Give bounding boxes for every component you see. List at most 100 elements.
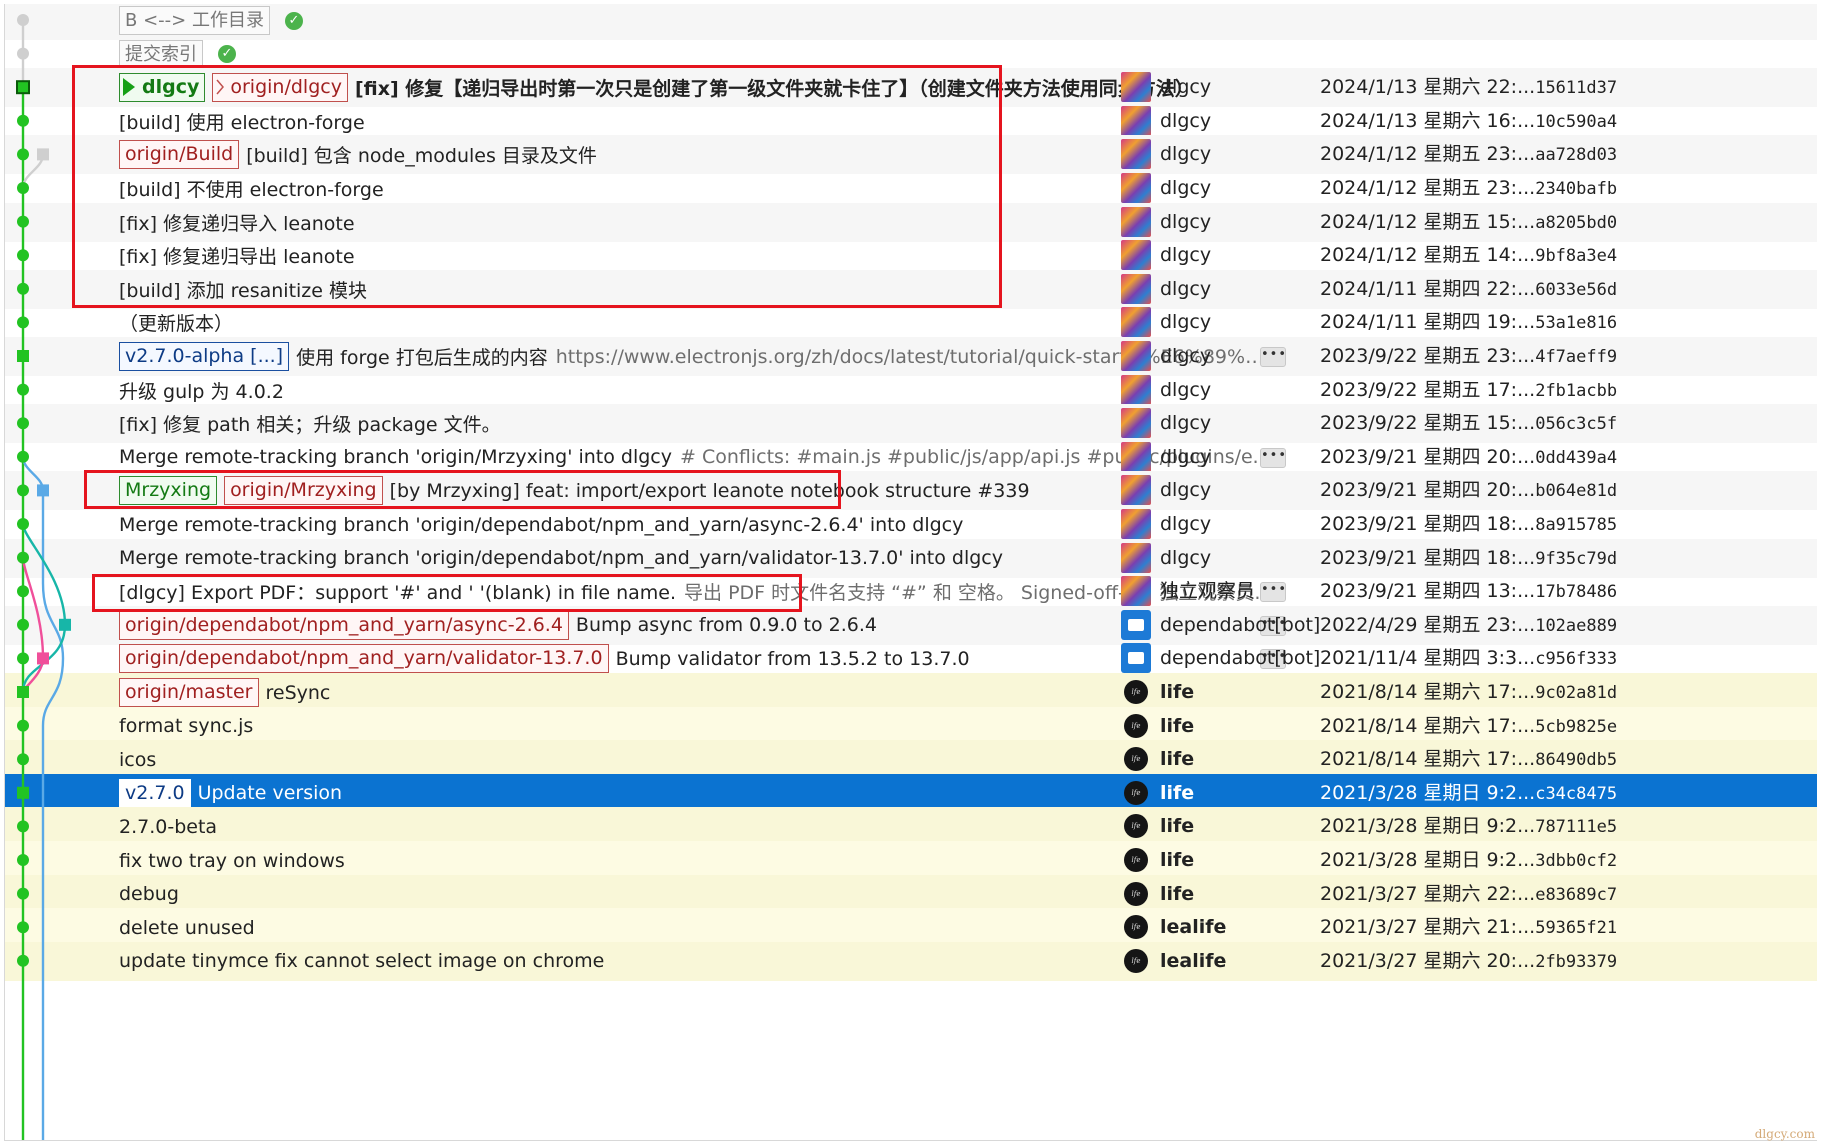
avatar: lfe bbox=[1124, 881, 1148, 906]
commit-subject: Bump validator from 13.5.2 to 13.7.0 bbox=[615, 647, 970, 670]
commit-date: 2024/1/12 星期五 14:... bbox=[1320, 244, 1536, 267]
commit-sha[interactable]: 9bf8a3e4 bbox=[1535, 246, 1617, 266]
commit-sha[interactable]: 15611d37 bbox=[1535, 78, 1617, 98]
avatar bbox=[1121, 475, 1151, 506]
commit-sha[interactable]: 8a915785 bbox=[1535, 515, 1617, 535]
commit-date-sha: 2021/3/27 星期六 20:...2fb93379 bbox=[1320, 942, 1660, 981]
remote-branch-label[interactable]: origin/Build bbox=[119, 140, 240, 170]
ref-text: origin/dlgcy bbox=[230, 76, 342, 99]
head-marker-icon bbox=[123, 78, 135, 97]
avatar bbox=[1121, 72, 1151, 103]
commit-history-panel: B <--> 工作目录 ✓ 提交索引 ✓ dlgcy origin/dlgcy [fix] … bbox=[4, 4, 1817, 1141]
avatar: lfe bbox=[1124, 680, 1148, 704]
watermark: dlgcy.com bbox=[1754, 1127, 1815, 1141]
commit-sha[interactable]: 4f7aeff9 bbox=[1535, 347, 1617, 367]
commit-subject: 升级 gulp 为 4.0.2 bbox=[119, 380, 284, 403]
commit-date: 2021/3/27 星期六 20:... bbox=[1320, 949, 1536, 972]
commit-sha[interactable]: b064e81d bbox=[1535, 481, 1617, 501]
ref-text: Mrzyxing bbox=[125, 479, 212, 502]
commit-subject: [build] 不使用 electron-forge bbox=[119, 179, 384, 201]
ref-text: origin/master bbox=[125, 681, 253, 703]
commit-date: 2023/9/22 星期五 15:... bbox=[1320, 412, 1536, 435]
avatar bbox=[1121, 576, 1151, 607]
commit-row[interactable]: update tinymce fix cannot select image o… bbox=[5, 941, 1817, 981]
commit-sha[interactable]: e83689c7 bbox=[1535, 885, 1617, 905]
commit-date: 2021/8/14 星期六 17:... bbox=[1320, 748, 1536, 771]
commit-subject: format sync.js bbox=[119, 715, 254, 738]
avatar: lfe bbox=[1124, 915, 1148, 940]
remote-branch-label[interactable]: origin/dependabot/npm_and_yarn/validator… bbox=[119, 644, 609, 674]
commit-sha[interactable]: 6033e56d bbox=[1535, 280, 1617, 300]
avatar bbox=[1121, 139, 1151, 170]
avatar: lfe bbox=[1124, 747, 1148, 772]
commit-subject: Merge remote-tracking branch 'origin/dep… bbox=[119, 547, 1003, 570]
commit-subject: fix two tray on windows bbox=[119, 849, 345, 872]
commit-sha[interactable]: c956f333 bbox=[1535, 649, 1617, 669]
ref-text: B <--> 工作目录 bbox=[125, 10, 264, 31]
commit-subject: Merge remote-tracking branch 'origin/Mrz… bbox=[119, 446, 672, 469]
working-tree-label[interactable]: 提交索引 bbox=[119, 39, 203, 69]
commit-subject: Update version bbox=[197, 782, 343, 805]
commit-subject: reSync bbox=[265, 681, 331, 704]
commit-subject: Merge remote-tracking branch 'origin/dep… bbox=[119, 513, 964, 536]
commit-subject: [build] 使用 electron-forge bbox=[119, 111, 365, 134]
commit-date: 2021/8/14 星期六 17:... bbox=[1320, 714, 1536, 737]
tag-label[interactable]: v2.7.0 bbox=[119, 778, 191, 808]
tag-label[interactable]: v2.7.0-alpha [...] bbox=[119, 342, 290, 371]
commit-message: update tinymce fix cannot select image o… bbox=[119, 942, 1274, 981]
commit-sha[interactable]: 787111e5 bbox=[1535, 817, 1617, 837]
commit-date: 2023/9/21 星期四 18:... bbox=[1320, 513, 1536, 535]
remote-branch-head[interactable]: origin/dlgcy bbox=[212, 73, 348, 103]
commit-sha[interactable]: 17b78486 bbox=[1535, 582, 1617, 602]
avatar: lfe bbox=[1124, 848, 1148, 872]
commit-sha[interactable]: 59365f21 bbox=[1535, 918, 1617, 938]
commit-date: 2024/1/11 星期四 19:... bbox=[1320, 311, 1536, 334]
commit-subject: [by Mrzyxing] feat: import/export leanot… bbox=[389, 479, 1030, 502]
remote-head-marker-icon bbox=[216, 79, 225, 95]
commit-sha[interactable]: 86490db5 bbox=[1535, 750, 1617, 770]
commit-sha[interactable]: 102ae889 bbox=[1535, 616, 1617, 636]
commit-sha[interactable]: 056c3c5f bbox=[1535, 414, 1617, 434]
commit-date: 2021/3/28 星期日 9:2... bbox=[1320, 815, 1536, 838]
commit-sha[interactable]: 2340bafb bbox=[1535, 179, 1617, 199]
commit-sha[interactable]: 5cb9825e bbox=[1535, 717, 1617, 737]
commit-subject: [fix] 修复递归导入 leanote bbox=[119, 212, 355, 235]
commit-sha[interactable]: 9c02a81d bbox=[1535, 683, 1617, 703]
commit-sha[interactable]: aa728d03 bbox=[1535, 145, 1617, 165]
commit-date: 2023/9/21 星期四 18:... bbox=[1320, 546, 1536, 569]
remote-branch-label[interactable]: origin/master bbox=[119, 678, 259, 707]
commit-sha[interactable]: 9f35c79d bbox=[1535, 549, 1617, 569]
remote-branch-label[interactable]: origin/dependabot/npm_and_yarn/async-2.6… bbox=[119, 610, 569, 640]
commit-sha[interactable]: c34c8475 bbox=[1535, 784, 1617, 804]
avatar bbox=[1121, 341, 1151, 371]
avatar bbox=[1121, 307, 1151, 338]
ref-text: origin/Build bbox=[125, 143, 234, 166]
commit-subject: delete unused bbox=[119, 916, 255, 939]
working-tree-label[interactable]: B <--> 工作目录 bbox=[119, 6, 270, 35]
avatar: lfe bbox=[1124, 780, 1148, 805]
commit-subject: （更新版本） bbox=[119, 313, 234, 336]
avatar bbox=[1121, 105, 1151, 136]
bot-avatar-icon bbox=[1121, 609, 1151, 640]
commit-sha[interactable]: 53a1e816 bbox=[1535, 313, 1617, 333]
commit-sha[interactable]: 3dbb0cf2 bbox=[1535, 851, 1617, 871]
commit-date: 2022/4/29 星期五 23:... bbox=[1320, 613, 1536, 636]
commit-subject: [build] 添加 resanitize 模块 bbox=[119, 279, 368, 302]
commit-sha[interactable]: 10c590a4 bbox=[1535, 112, 1617, 132]
commit-sha[interactable]: 2fb1acbb bbox=[1535, 381, 1617, 401]
avatar bbox=[1121, 509, 1151, 539]
avatar bbox=[1121, 173, 1151, 203]
commit-sha[interactable]: a8205bd0 bbox=[1535, 213, 1617, 233]
local-branch-label[interactable]: Mrzyxing bbox=[119, 476, 218, 506]
avatar: lfe bbox=[1124, 948, 1148, 973]
commit-date: 2021/8/14 星期六 17:... bbox=[1320, 681, 1536, 703]
bot-avatar-icon bbox=[1121, 643, 1151, 674]
remote-branch-label[interactable]: origin/Mrzyxing bbox=[224, 476, 383, 506]
check-icon: ✓ bbox=[284, 11, 303, 30]
commit-sha[interactable]: 2fb93379 bbox=[1535, 952, 1617, 972]
commit-date: 2021/3/28 星期日 9:2... bbox=[1320, 781, 1536, 804]
commit-date: 2021/11/4 星期四 3:3... bbox=[1320, 647, 1536, 670]
commit-sha[interactable]: 0dd439a4 bbox=[1535, 448, 1617, 468]
local-branch-head[interactable]: dlgcy bbox=[119, 73, 206, 103]
commit-subject: [fix] 修复 path 相关；升级 package 文件。 bbox=[119, 414, 501, 437]
